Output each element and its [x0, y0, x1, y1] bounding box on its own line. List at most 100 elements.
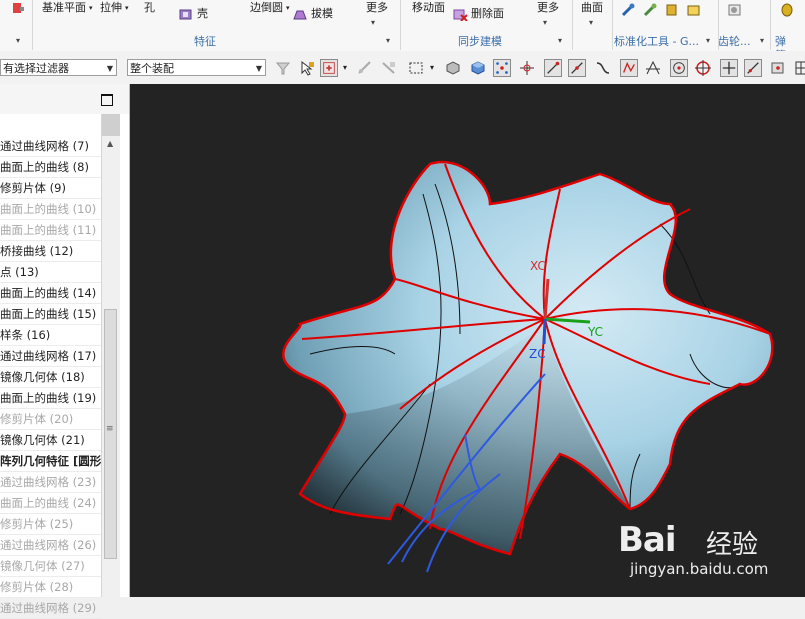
navigator-item[interactable]: 通过曲线网格 (26) — [0, 535, 101, 556]
graphics-viewport[interactable]: XC YC ZC — [130, 84, 805, 597]
model-canvas[interactable]: XC YC ZC — [130, 84, 805, 597]
datum-plane-button[interactable]: 基准平面 ▾ — [42, 0, 93, 16]
navigator-item[interactable]: 曲面上的曲线 (19) — [0, 388, 101, 409]
existing-point-icon[interactable] — [720, 59, 738, 77]
body-select-icon[interactable] — [444, 59, 462, 77]
snap-settings-icon[interactable] — [518, 59, 536, 77]
filter-icon[interactable] — [274, 59, 292, 77]
solid-body-icon[interactable] — [469, 59, 487, 77]
select-cursor-icon[interactable] — [298, 59, 316, 77]
chevron-down-icon[interactable]: ▾ — [760, 36, 764, 45]
surface-button[interactable]: 曲面 — [581, 0, 603, 16]
navigator-header — [0, 84, 129, 114]
bounded-grid-icon[interactable] — [793, 59, 805, 77]
chevron-down-icon[interactable]: ▾ — [430, 63, 434, 72]
navigator-item[interactable]: 通过曲线网格 (17) — [0, 346, 101, 367]
navigator-item[interactable]: 镜像几何体 (21) — [0, 430, 101, 451]
spring-icon — [781, 3, 793, 17]
navigator-item[interactable]: 曲面上的曲线 (24) — [0, 493, 101, 514]
link-icon[interactable] — [356, 59, 374, 77]
chevron-down-icon[interactable]: ▾ — [589, 18, 593, 27]
navigator-item[interactable]: 点 (13) — [0, 262, 101, 283]
navigator-item[interactable]: 修剪片体 (9) — [0, 178, 101, 199]
chevron-down-icon[interactable]: ▾ — [706, 36, 710, 45]
navigator-item[interactable]: 通过曲线网格 (29) — [0, 598, 101, 619]
arc-center-icon[interactable] — [670, 59, 688, 77]
assembly-scope-select[interactable]: 整个装配 ▼ — [127, 59, 266, 76]
navigator-item[interactable]: 曲面上的曲线 (8) — [0, 157, 101, 178]
chevron-down-icon[interactable]: ▾ — [343, 63, 347, 72]
delete-face-icon — [453, 9, 468, 21]
delete-face-button[interactable]: 删除面 — [452, 6, 504, 22]
scrollbar-header — [102, 114, 120, 136]
chevron-down-icon[interactable]: ▾ — [386, 36, 390, 45]
mid-point-icon[interactable] — [568, 59, 586, 77]
chevron-down-icon[interactable]: ▾ — [371, 18, 375, 27]
maximize-icon[interactable] — [101, 94, 113, 106]
scrollbar-grip-icon: ≡ — [106, 424, 114, 434]
navigator-item[interactable]: 阵列几何特征 [圆形] — [0, 451, 101, 472]
shell-icon — [179, 9, 192, 20]
snap-point-icon[interactable] — [493, 59, 511, 77]
quadrant-point-icon[interactable] — [694, 59, 712, 77]
navigator-item[interactable]: 曲面上的曲线 (15) — [0, 304, 101, 325]
chevron-down-icon[interactable]: ▾ — [16, 36, 20, 45]
move-face-button[interactable]: 移动面 — [412, 0, 445, 16]
control-point-icon[interactable] — [620, 59, 638, 77]
curve-point-icon[interactable] — [594, 59, 612, 77]
std-tools-icons[interactable] — [620, 2, 702, 18]
navigator-item[interactable]: 修剪片体 (28) — [0, 577, 101, 598]
bolt-icon — [621, 3, 635, 17]
navigator-item[interactable]: 通过曲线网格 (23) — [0, 472, 101, 493]
chevron-down-icon[interactable]: ▾ — [558, 36, 562, 45]
navigator-item[interactable]: 镜像几何体 (18) — [0, 367, 101, 388]
navigator-item[interactable]: 曲面上的曲线 (10) — [0, 199, 101, 220]
navigator-item[interactable]: 桥接曲线 (12) — [0, 241, 101, 262]
select-feature-icon[interactable] — [320, 59, 338, 77]
point-on-curve-icon[interactable] — [744, 59, 762, 77]
extrude-button[interactable]: 拉伸 ▾ — [100, 0, 129, 16]
draft-icon — [293, 10, 307, 20]
yc-label: YC — [587, 325, 603, 339]
gear-icon — [728, 4, 741, 16]
edge-blend-button[interactable]: 边倒圆 ▾ — [250, 0, 290, 16]
navigator-item[interactable]: 修剪片体 (20) — [0, 409, 101, 430]
group-spring-label: 弹簧... — [775, 35, 797, 62]
part-navigator: 通过曲线网格 (7) 曲面上的曲线 (8) 修剪片体 (9) 曲面上的曲线 (10) 曲… — [0, 84, 130, 619]
draft-button[interactable]: 拔模 — [292, 6, 333, 22]
more-sync-button[interactable]: 更多 — [537, 0, 559, 16]
rectangle-select-icon[interactable] — [407, 59, 425, 77]
zc-label: ZC — [529, 347, 546, 361]
chevron-down-icon[interactable]: ▾ — [543, 18, 547, 27]
end-point-icon[interactable] — [544, 59, 562, 77]
gear-icon-button[interactable] — [727, 2, 743, 18]
ribbon-separator — [400, 0, 401, 50]
ribbon-separator — [572, 0, 573, 50]
navigator-item[interactable]: 曲面上的曲线 (14) — [0, 283, 101, 304]
navigator-scrollbar[interactable]: ▲ ≡ — [101, 114, 120, 597]
ribbon-left-icon[interactable] — [10, 0, 26, 16]
spring-icon-button[interactable] — [779, 2, 795, 18]
shell-button[interactable]: 壳 — [178, 6, 208, 22]
navigator-item[interactable]: 镜像几何体 (27) — [0, 556, 101, 577]
navigator-item[interactable]: 通过曲线网格 (7) — [0, 136, 101, 157]
navigator-item[interactable]: 样条 (16) — [0, 325, 101, 346]
scrollbar-thumb[interactable] — [104, 309, 117, 559]
navigator-item[interactable]: 修剪片体 (25) — [0, 514, 101, 535]
group-sync-label: 同步建模 — [458, 35, 502, 48]
navigator-item[interactable]: 曲面上的曲线 (11) — [0, 220, 101, 241]
chevron-down-icon: ▾ — [125, 4, 129, 12]
type-filter-select[interactable]: 有选择过滤器 ▼ — [0, 59, 117, 76]
intersection-icon[interactable] — [644, 59, 662, 77]
scroll-up-icon[interactable]: ▲ — [107, 139, 113, 148]
tool-icon — [666, 4, 677, 16]
chevron-down-icon: ▾ — [89, 4, 93, 12]
point-on-face-icon[interactable] — [769, 59, 787, 77]
chevron-down-icon: ▾ — [286, 4, 290, 12]
chevron-down-icon: ▼ — [255, 64, 262, 73]
hole-button[interactable]: 孔 — [144, 0, 155, 16]
group-std-tools-label: 标准化工具 - G... — [614, 35, 699, 48]
ribbon: 基准平面 ▾ 拉伸 ▾ 孔 壳 边倒圆 ▾ 拔模 更多 ▾ 移动面 删除面 更多 ▾ … — [0, 0, 805, 62]
more-feature-button[interactable]: 更多 — [366, 0, 388, 16]
assembly-filter-icon[interactable] — [380, 59, 398, 77]
